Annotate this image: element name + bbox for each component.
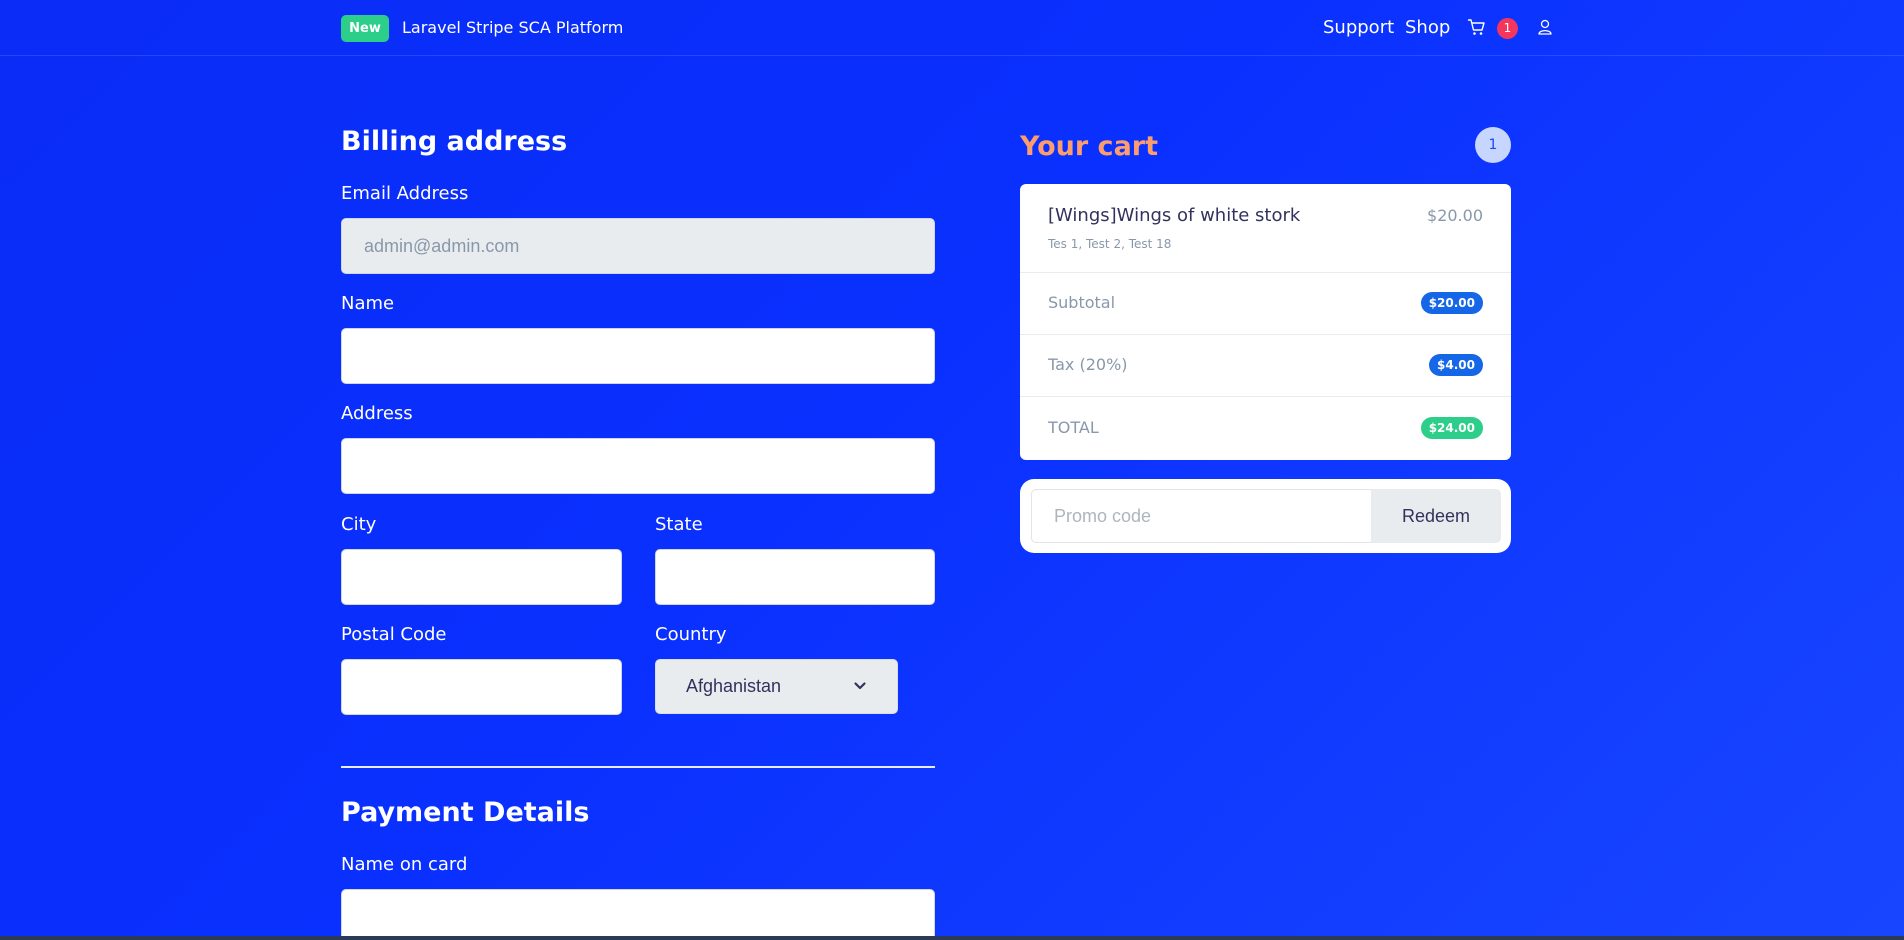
email-label: Email Address: [341, 183, 469, 204]
redeem-button[interactable]: Redeem: [1371, 489, 1501, 543]
cart-item: [Wings]Wings of white stork Tes 1, Test …: [1020, 184, 1511, 272]
bottom-edge: [0, 936, 1904, 940]
promo-code-input[interactable]: Promo code: [1031, 489, 1371, 543]
promo-code-form: Promo code Redeem: [1020, 479, 1511, 553]
state-label: State: [655, 514, 703, 535]
cart-summary-card: [Wings]Wings of white stork Tes 1, Test …: [1020, 184, 1511, 460]
cart-count-badge[interactable]: 1: [1497, 18, 1518, 39]
country-select-value: Afghanistan: [686, 676, 782, 696]
cart-item-variants: Tes 1, Test 2, Test 18: [1048, 237, 1172, 251]
cart-item-name: [Wings]Wings of white stork: [1048, 205, 1301, 226]
subtotal-value: $20.00: [1420, 292, 1483, 314]
postal-code-label: Postal Code: [341, 624, 447, 645]
cart-title: Your cart: [1020, 131, 1159, 162]
city-field[interactable]: [341, 549, 622, 605]
total-value: $24.00: [1420, 417, 1483, 439]
user-icon[interactable]: [1536, 18, 1554, 36]
city-label: City: [341, 514, 377, 535]
address-field[interactable]: [341, 438, 935, 494]
postal-code-field[interactable]: [341, 659, 622, 715]
name-field[interactable]: [341, 328, 935, 384]
name-on-card-label: Name on card: [341, 854, 468, 875]
subtotal-row: Subtotal $20.00: [1020, 272, 1511, 334]
subtotal-label: Subtotal: [1048, 293, 1116, 312]
tax-value: $4.00: [1429, 354, 1483, 376]
brand-name[interactable]: Laravel Stripe SCA Platform: [402, 17, 623, 39]
email-field[interactable]: admin@admin.com: [341, 218, 935, 274]
cart-icon[interactable]: [1466, 17, 1486, 37]
address-label: Address: [341, 403, 413, 424]
nav-shop-link[interactable]: Shop: [1405, 16, 1450, 40]
state-field[interactable]: [655, 549, 935, 605]
total-row: TOTAL $24.00: [1020, 396, 1511, 460]
tax-row: Tax (20%) $4.00: [1020, 334, 1511, 396]
country-label: Country: [655, 624, 727, 645]
nav-support-link[interactable]: Support: [1323, 16, 1394, 40]
country-select[interactable]: Afghanistan: [655, 659, 898, 714]
name-label: Name: [341, 293, 395, 314]
tax-label: Tax (20%): [1048, 355, 1128, 374]
new-badge: New: [341, 15, 389, 42]
name-on-card-field[interactable]: [341, 889, 935, 940]
payment-title: Payment Details: [341, 797, 590, 828]
chevron-down-icon: [854, 682, 866, 690]
total-label: TOTAL: [1048, 418, 1099, 437]
billing-title: Billing address: [341, 126, 568, 157]
top-navbar: New Laravel Stripe SCA Platform Support …: [0, 0, 1904, 56]
cart-item-price: $20.00: [1427, 206, 1483, 225]
section-divider: [341, 766, 935, 768]
cart-item-count: 1: [1475, 127, 1511, 163]
